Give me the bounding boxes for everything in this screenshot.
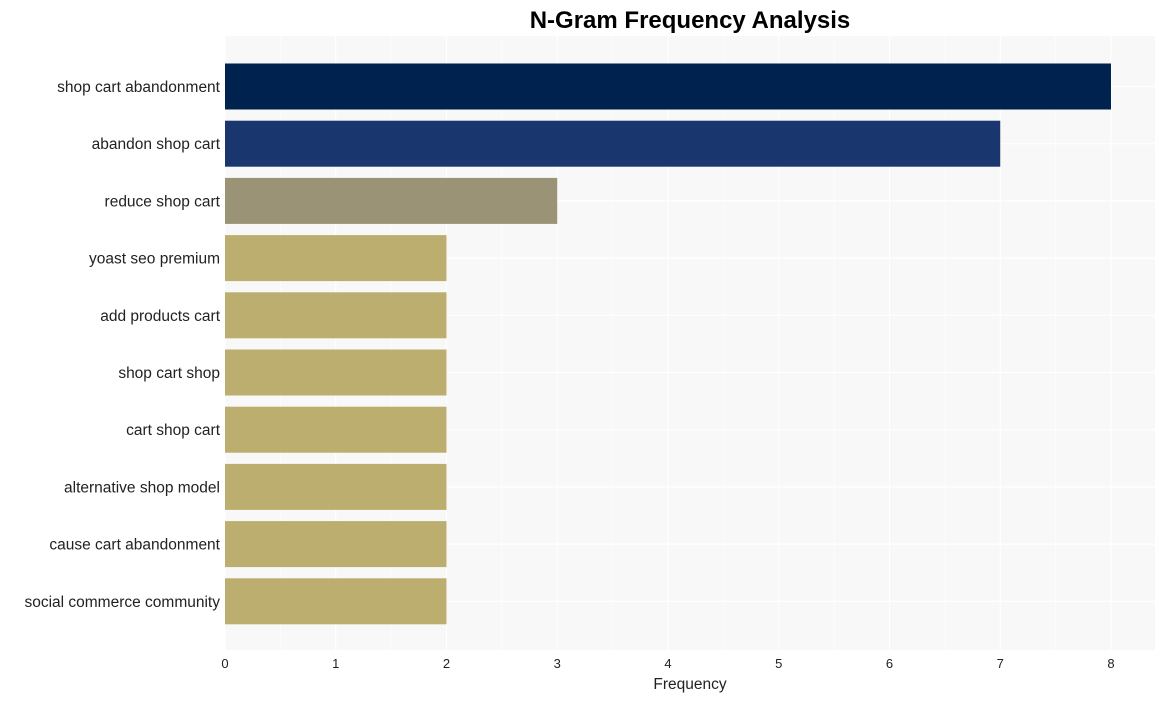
- y-tick-label: yoast seo premium: [89, 251, 220, 268]
- x-tick-label: 6: [886, 656, 893, 671]
- y-tick-label: cart shop cart: [126, 422, 221, 439]
- bar: [225, 349, 447, 396]
- bar: [225, 63, 1111, 110]
- x-axis-label: Frequency: [653, 676, 726, 693]
- chart-title: N-Gram Frequency Analysis: [530, 7, 851, 34]
- bar: [225, 177, 558, 224]
- bar: [225, 578, 447, 625]
- y-tick-label: cause cart abandonment: [49, 537, 220, 554]
- y-tick-label: reduce shop cart: [105, 193, 221, 210]
- x-tick-label: 4: [664, 656, 671, 671]
- bar: [225, 463, 447, 510]
- x-tick-label: 5: [775, 656, 782, 671]
- bar: [225, 292, 447, 339]
- y-tick-label: shop cart abandonment: [57, 79, 221, 96]
- bar: [225, 120, 1001, 167]
- y-tick-label: abandon shop cart: [92, 136, 221, 153]
- x-axis-ticks: 0 1 2 3 4 5 6 7 8: [221, 656, 1114, 671]
- x-tick-label: 7: [997, 656, 1004, 671]
- x-tick-label: 1: [332, 656, 339, 671]
- x-tick-label: 2: [443, 656, 450, 671]
- chart: shop cart abandonment abandon shop cart re…: [24, 7, 1155, 693]
- y-tick-label: add products cart: [100, 308, 220, 325]
- y-tick-label: alternative shop model: [64, 479, 220, 496]
- bar: [225, 521, 447, 568]
- y-tick-label: social commerce community: [24, 594, 220, 611]
- bar: [225, 235, 447, 282]
- x-tick-label: 8: [1107, 656, 1114, 671]
- x-tick-label: 0: [221, 656, 228, 671]
- y-tick-label: shop cart shop: [118, 365, 220, 382]
- bar: [225, 406, 447, 453]
- x-tick-label: 3: [554, 656, 561, 671]
- y-axis-labels: shop cart abandonment abandon shop cart re…: [24, 79, 220, 611]
